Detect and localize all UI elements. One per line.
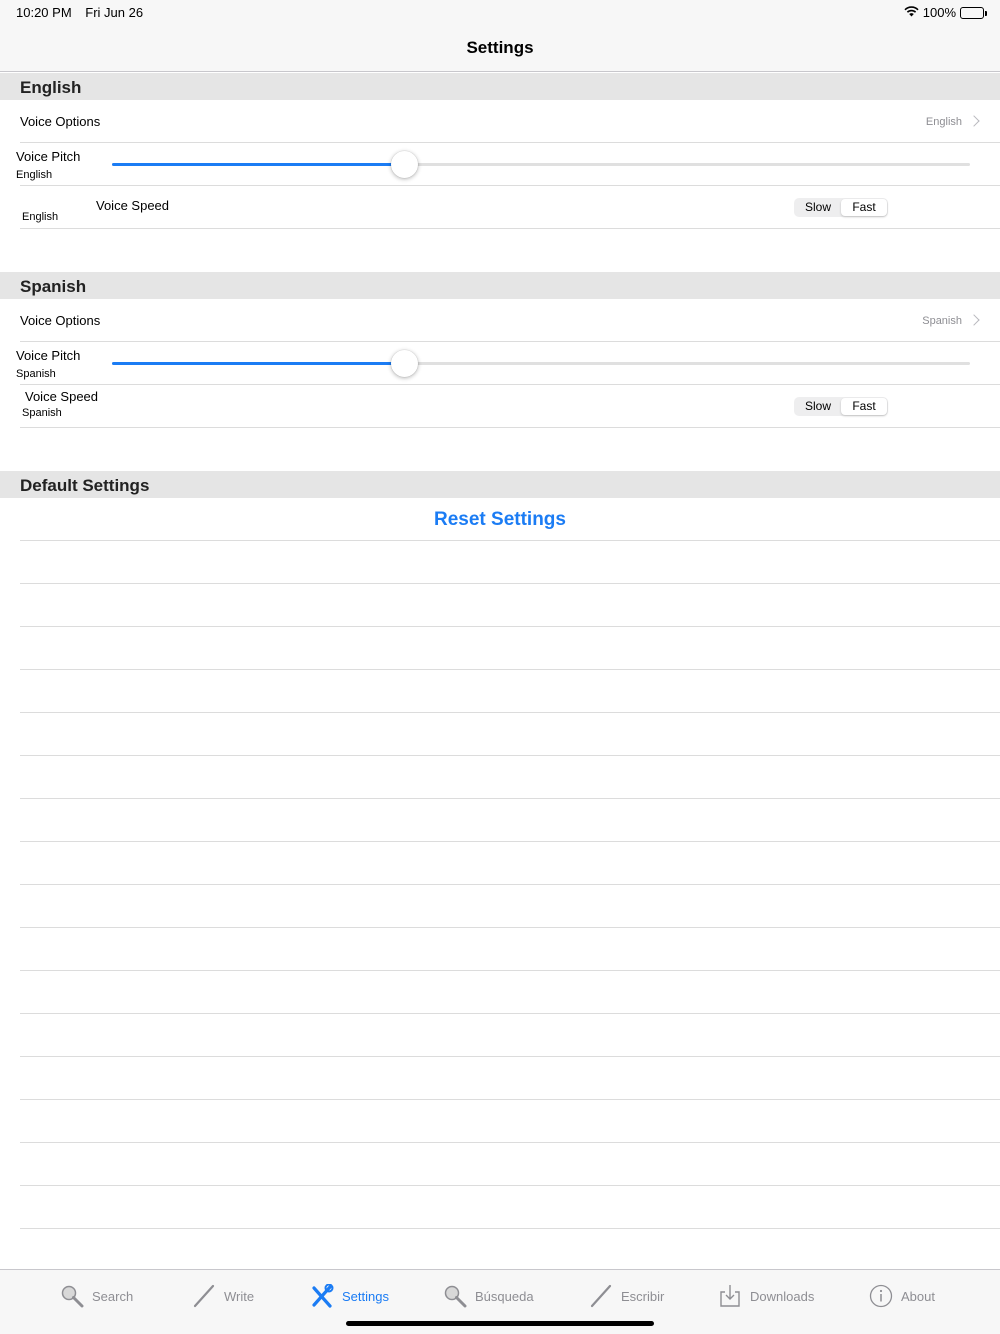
pitch-slider-fill	[112, 163, 404, 166]
status-left: 10:20 PM Fri Jun 26	[16, 5, 153, 20]
navigation-bar: Settings	[0, 24, 1000, 72]
battery-percent: 100%	[922, 5, 956, 20]
pitch-slider-fill	[112, 362, 404, 365]
tab-write[interactable]: Write	[192, 1282, 254, 1310]
download-icon	[718, 1284, 742, 1308]
wifi-icon	[904, 5, 919, 20]
voice-speed-sublabel: English	[22, 211, 59, 223]
tab-label: Búsqueda	[475, 1288, 534, 1304]
home-indicator[interactable]	[346, 1321, 654, 1326]
tab-search[interactable]: Search	[60, 1282, 133, 1310]
row-separator	[20, 427, 1000, 428]
pitch-slider-english[interactable]	[112, 151, 970, 178]
pitch-slider-thumb[interactable]	[390, 151, 418, 178]
voice-options-value: English	[925, 116, 962, 128]
pencil-icon	[589, 1284, 613, 1308]
section-header-english: English	[0, 73, 1000, 100]
speed-option-fast[interactable]: Fast	[841, 199, 887, 216]
chevron-right-icon	[968, 115, 980, 127]
voice-pitch-label: Voice Pitch	[16, 149, 81, 164]
row-separator	[20, 228, 1000, 229]
tab-escribir[interactable]: Escribir	[589, 1282, 664, 1310]
pitch-slider-spanish[interactable]	[112, 350, 970, 377]
speed-segmented-control-spanish[interactable]: Slow Fast	[794, 397, 888, 416]
speed-option-fast[interactable]: Fast	[841, 398, 887, 415]
tab-label: Escribir	[621, 1288, 665, 1304]
chevron-right-icon	[968, 314, 980, 326]
voice-pitch-label: Voice Pitch	[16, 348, 81, 363]
voice-pitch-sublabel: Spanish	[16, 368, 56, 380]
voice-options-label: Voice Options	[20, 313, 101, 328]
battery-icon	[960, 6, 987, 19]
speed-segmented-control-english[interactable]: Slow Fast	[794, 198, 888, 217]
voice-speed-label: Voice Speed	[96, 198, 170, 213]
voice-speed-row-english: Voice Speed English Slow Fast	[0, 186, 1000, 229]
speed-option-slow[interactable]: Slow	[795, 199, 841, 216]
voice-pitch-row-spanish: Voice Pitch Spanish	[0, 342, 1000, 385]
tab-downloads[interactable]: Downloads	[718, 1282, 814, 1310]
pitch-slider-thumb[interactable]	[390, 350, 418, 377]
tab-label: Search	[92, 1288, 134, 1304]
voice-speed-row-spanish: Voice Speed Spanish Slow Fast	[0, 385, 1000, 428]
tab-busqueda[interactable]: Búsqueda	[443, 1282, 534, 1310]
tools-icon	[310, 1284, 334, 1308]
voice-pitch-sublabel: English	[16, 169, 53, 181]
magnifier-icon	[443, 1284, 467, 1308]
voice-options-label: Voice Options	[20, 114, 101, 129]
pencil-icon	[192, 1284, 216, 1308]
info-icon	[869, 1284, 893, 1308]
tab-settings[interactable]: Settings	[310, 1282, 389, 1310]
voice-options-row-spanish[interactable]: Voice Options Spanish	[0, 299, 1000, 342]
tab-label: Write	[224, 1288, 255, 1304]
status-time: 10:20 PM	[16, 5, 72, 20]
voice-speed-label: Voice Speed	[25, 389, 99, 404]
voice-speed-sublabel: Spanish	[22, 407, 62, 419]
tab-label: Downloads	[750, 1288, 815, 1304]
status-bar: 10:20 PM Fri Jun 26 100%	[0, 0, 1000, 24]
tab-label: Settings	[342, 1288, 389, 1304]
status-date: Fri Jun 26	[85, 5, 144, 20]
section-header-default-settings: Default Settings	[0, 471, 1000, 498]
magnifier-icon	[60, 1284, 84, 1308]
voice-pitch-row-english: Voice Pitch English	[0, 143, 1000, 186]
reset-settings-button[interactable]: Reset Settings	[0, 509, 1000, 531]
voice-options-row-english[interactable]: Voice Options English	[0, 100, 1000, 143]
section-header-spanish: Spanish	[0, 272, 1000, 299]
tab-label: About	[901, 1288, 935, 1304]
page-title: Settings	[466, 38, 534, 57]
status-right: 100%	[904, 5, 987, 20]
speed-option-slow[interactable]: Slow	[795, 398, 841, 415]
tab-about[interactable]: About	[869, 1282, 935, 1310]
voice-options-value: Spanish	[922, 315, 962, 327]
